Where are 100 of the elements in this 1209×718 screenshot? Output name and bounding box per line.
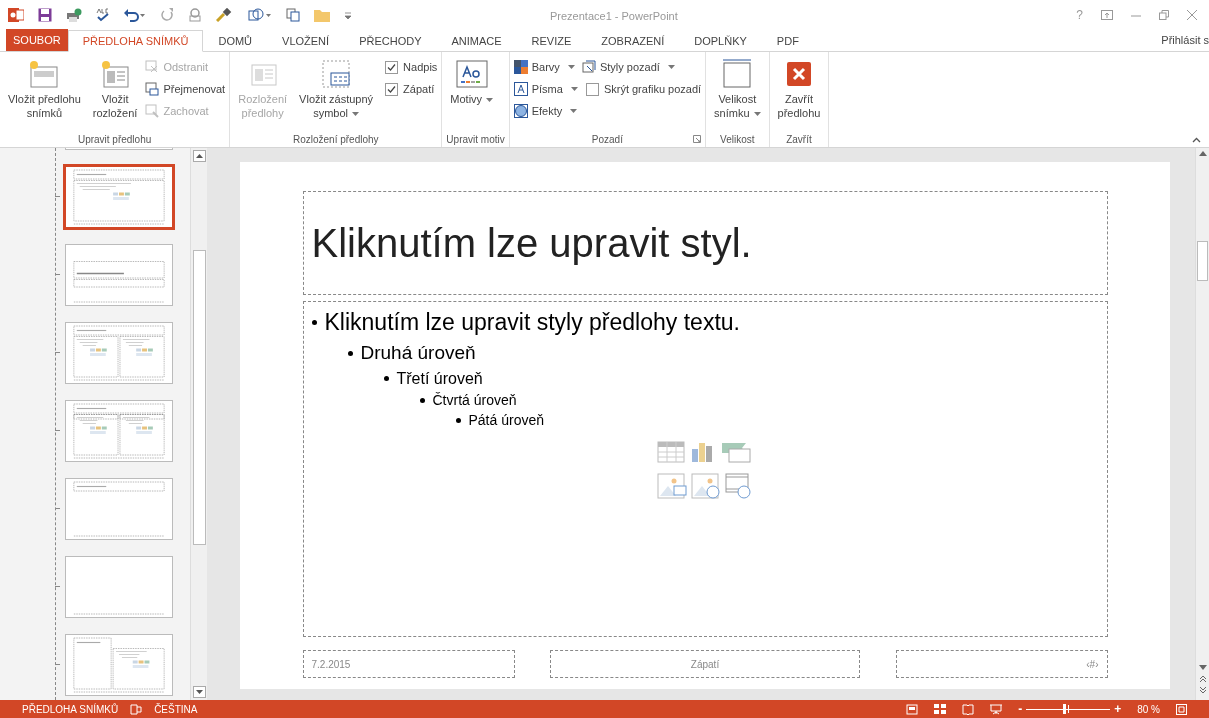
caret-icon (667, 65, 675, 69)
ribbon-button[interactable]: Vložit předlohu snímků (4, 56, 85, 120)
shapes-icon[interactable] (248, 8, 272, 22)
slide-thumbnail[interactable] (65, 634, 173, 696)
normal-view-icon[interactable] (906, 703, 919, 715)
slide-thumbnail[interactable] (65, 478, 173, 540)
rename-icon (145, 82, 160, 96)
scroll-down-icon[interactable] (192, 686, 206, 698)
scrollbar-thumb[interactable] (1197, 241, 1208, 281)
checkbox-label: Zápatí (403, 81, 435, 97)
ribbon-button[interactable]: Styly pozadí (581, 58, 702, 76)
checkbox[interactable] (385, 60, 399, 74)
ribbon-tab[interactable]: REVIZE (516, 30, 587, 52)
body-text: Čtvrtá úroveň (432, 391, 517, 411)
window-title: Prezentace1 - PowerPoint (550, 9, 678, 24)
redo-icon[interactable] (160, 8, 174, 22)
slide-thumbnail[interactable] (65, 400, 173, 462)
slide-thumbnail[interactable] (65, 556, 173, 618)
customize-toolbar-icon[interactable] (344, 11, 352, 19)
printer-check-icon[interactable] (66, 8, 82, 22)
save-icon[interactable] (38, 8, 52, 22)
group-label: Rozložení předlohy (292, 132, 379, 147)
ribbon-button[interactable]: Písma (513, 80, 578, 98)
scroll-up-icon[interactable] (1198, 150, 1207, 156)
scroll-down-icon[interactable] (1198, 665, 1207, 671)
slideshow-icon[interactable] (990, 703, 1003, 715)
ribbon-tab[interactable]: ZOBRAZENÍ (586, 30, 680, 52)
notes-icon[interactable] (130, 703, 143, 715)
background-styles-icon (581, 60, 596, 74)
reading-view-icon[interactable] (962, 703, 975, 715)
ribbon-button[interactable]: Vložit rozložení (88, 56, 142, 120)
themes-icon (454, 59, 489, 89)
bullet-icon (311, 320, 317, 326)
ribbon-tab[interactable]: DOPLŇKY (679, 30, 762, 52)
sign-in-link[interactable]: Přihlásit s (1161, 32, 1209, 49)
ribbon-button[interactable]: Zavřít předlohu (773, 56, 825, 120)
undo-icon[interactable] (124, 8, 146, 22)
ribbon-button[interactable]: Motivy (446, 56, 498, 106)
group-label: Upravit předlohu (77, 132, 152, 147)
zoom-thumb[interactable] (1063, 704, 1066, 714)
slide-thumbnail[interactable] (65, 244, 173, 306)
ribbon-tab[interactable]: PDF (761, 30, 814, 52)
caret-icon (352, 112, 359, 117)
ribbon-tab[interactable]: VLOŽENÍ (267, 30, 345, 52)
app-logo-icon[interactable] (8, 7, 24, 23)
scrollbar-thumb[interactable] (192, 250, 206, 545)
ribbon-tab[interactable]: PŘEDLOHA SNÍMKŮ (67, 30, 204, 52)
zoom-level[interactable]: 80 % (1137, 701, 1160, 717)
body-text: Třetí úroveň (396, 368, 483, 389)
pin-slide-icon (145, 104, 160, 118)
grid-view-icon[interactable] (934, 703, 947, 715)
checkbox[interactable] (385, 82, 399, 96)
collapse-ribbon-icon[interactable] (1192, 137, 1201, 143)
bullet-icon (347, 350, 353, 356)
bullet-icon (419, 397, 425, 403)
slide-thumbnail[interactable] (65, 322, 173, 384)
zoom-out-button[interactable]: - (1018, 700, 1023, 718)
ribbon-button[interactable]: Přejmenovat (145, 80, 226, 98)
delete-slide-icon (145, 60, 160, 74)
footer-text: Zápatí (690, 657, 720, 672)
status-language[interactable]: ČEŠTINA (154, 701, 198, 717)
body-text: Druhá úroveň (360, 341, 476, 366)
copy-icon[interactable] (286, 8, 300, 22)
ribbon-button[interactable]: Velikost snímku (710, 56, 765, 120)
ribbon-tab[interactable]: PŘECHODY (344, 30, 437, 52)
close-icon[interactable] (1187, 10, 1197, 20)
zoom-slider[interactable] (1026, 704, 1111, 714)
restore-icon[interactable] (1159, 10, 1169, 20)
checkbox-label: Skrýt grafiku pozadí (603, 81, 702, 97)
next-slide-icon[interactable] (1198, 686, 1207, 694)
caret-icon (570, 87, 578, 91)
checkbox[interactable] (585, 82, 599, 96)
ribbon-tab[interactable]: DOMŮ (203, 30, 268, 52)
scrollbar[interactable] (190, 148, 207, 700)
previous-slide-icon[interactable] (1198, 675, 1207, 683)
ribbon-display-icon[interactable] (1101, 10, 1113, 20)
ribbon-button[interactable]: Efekty (513, 102, 578, 120)
file-tab[interactable]: SOUBOR (6, 29, 68, 51)
caret-icon (486, 98, 494, 103)
status-view: PŘEDLOHA SNÍMKŮ (22, 702, 119, 717)
scrollbar[interactable] (1195, 148, 1209, 700)
fit-to-window-icon[interactable] (1176, 703, 1187, 715)
format-painter-icon[interactable] (216, 8, 234, 22)
colors-icon (513, 60, 528, 74)
ribbon-button[interactable]: Barvy (513, 58, 578, 76)
group-label: Pozadí (591, 132, 623, 147)
scroll-up-icon[interactable] (192, 150, 206, 162)
date-text: 7.2.2015 (311, 657, 351, 672)
dialog-launcher-icon[interactable] (693, 135, 702, 143)
ribbon-tab[interactable]: ANIMACE (436, 30, 517, 52)
caret-icon (570, 109, 578, 113)
zoom-in-button[interactable]: + (1114, 700, 1122, 718)
effects-icon (513, 104, 528, 118)
slide-thumbnail[interactable] (63, 164, 175, 230)
spelling-icon[interactable] (96, 8, 110, 22)
checkbox-label: Nadpis (403, 59, 438, 75)
slide-title: Kliknutím lze upravit styl. (311, 220, 752, 267)
content-placeholder-icon[interactable] (655, 440, 752, 502)
group-label: Upravit motiv (446, 132, 505, 147)
ribbon-button[interactable]: Vložit zástupný symbol (295, 56, 378, 120)
